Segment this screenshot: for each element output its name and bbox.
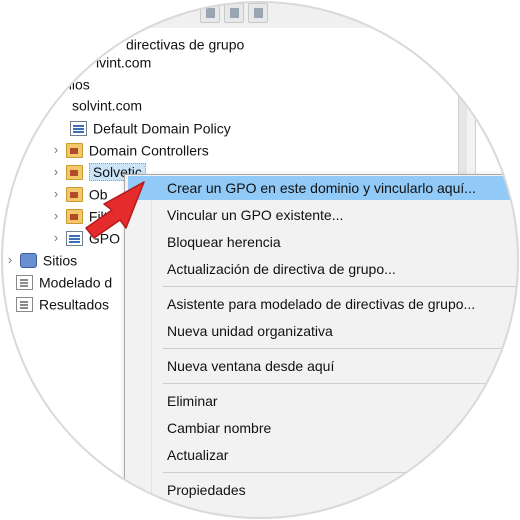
screenshot-stage: directivas de grupo lvint.com inios solv… bbox=[2, 2, 518, 518]
chevron-right-icon[interactable]: › bbox=[50, 139, 62, 161]
gpo-icon bbox=[70, 120, 87, 136]
chevron-right-icon[interactable]: › bbox=[4, 249, 16, 271]
chevron-right-icon[interactable]: › bbox=[50, 161, 62, 183]
menu-item-new-ou[interactable]: Nueva unidad organizativa bbox=[128, 319, 518, 343]
folder-icon bbox=[65, 142, 83, 158]
tree-item[interactable]: inios bbox=[61, 72, 90, 94]
tree-item-label: Domain Controllers bbox=[88, 142, 209, 159]
menu-item-modeling-wizard[interactable]: Asistente para modelado de directivas de… bbox=[128, 292, 518, 316]
folder-icon bbox=[65, 164, 83, 180]
tree-item-label: Sitios bbox=[42, 252, 78, 269]
gpo-icon bbox=[65, 230, 83, 246]
red-arrow-annotation bbox=[85, 181, 145, 239]
menu-separator bbox=[163, 286, 518, 287]
chevron-right-icon[interactable]: › bbox=[50, 205, 62, 227]
tree-item-label: solvint.com bbox=[72, 97, 143, 114]
tree-item-label: Resultados bbox=[39, 296, 110, 313]
tree-item-label: inios bbox=[61, 76, 90, 93]
toolbar bbox=[2, 2, 518, 29]
folder-icon bbox=[65, 208, 83, 224]
menu-separator bbox=[163, 348, 518, 349]
toolbar-icon bbox=[206, 8, 215, 18]
context-menu: Crear un GPO en este dominio y vincularl… bbox=[124, 174, 518, 518]
menu-item-link-gpo[interactable]: Vincular un GPO existente... bbox=[128, 203, 518, 227]
folder-icon bbox=[65, 186, 83, 202]
tree-item-label: Default Domain Policy bbox=[93, 120, 231, 137]
tree-item-domain[interactable]: solvint.com bbox=[72, 93, 142, 115]
tree-item-domain-controllers[interactable]: › Domain Controllers bbox=[50, 138, 209, 160]
arrow-shape bbox=[85, 181, 145, 239]
toolbar-button[interactable] bbox=[248, 3, 268, 23]
tree-item-label: Modelado d bbox=[39, 274, 113, 291]
toolbar-button[interactable] bbox=[200, 3, 220, 23]
toolbar-button[interactable] bbox=[224, 3, 244, 23]
chevron-right-icon[interactable]: › bbox=[50, 183, 62, 205]
tree-item[interactable]: lvint.com bbox=[96, 50, 151, 72]
menu-item-new-window[interactable]: Nueva ventana desde aquí bbox=[128, 354, 518, 378]
menu-separator bbox=[163, 383, 518, 384]
chevron-right-icon[interactable]: › bbox=[50, 227, 62, 249]
tree-item-modeling[interactable]: Modelado d bbox=[16, 270, 112, 292]
tree-item-label: lvint.com bbox=[96, 54, 152, 71]
menu-item-create-gpo[interactable]: Crear un GPO en este dominio y vincularl… bbox=[128, 176, 518, 200]
menu-item-properties[interactable]: Propiedades bbox=[128, 478, 518, 502]
tree-item-default-domain-policy[interactable]: Default Domain Policy bbox=[70, 116, 231, 138]
toolbar-icon bbox=[230, 8, 239, 18]
toolbar-icon bbox=[254, 8, 263, 18]
menu-item-rename[interactable]: Cambiar nombre bbox=[128, 416, 518, 440]
document-icon bbox=[16, 296, 33, 312]
menu-separator bbox=[163, 472, 518, 473]
sites-icon bbox=[19, 252, 37, 268]
tree-item-sites[interactable]: › Sitios bbox=[4, 248, 77, 270]
menu-item-refresh[interactable]: Actualizar bbox=[128, 443, 518, 467]
menu-item-block-inheritance[interactable]: Bloquear herencia bbox=[128, 230, 518, 254]
menu-item-delete[interactable]: Eliminar bbox=[128, 389, 518, 413]
document-icon bbox=[16, 274, 33, 290]
tree-item-results[interactable]: Resultados bbox=[16, 292, 109, 314]
menu-item-group-policy-update[interactable]: Actualización de directiva de grupo... bbox=[128, 257, 518, 281]
